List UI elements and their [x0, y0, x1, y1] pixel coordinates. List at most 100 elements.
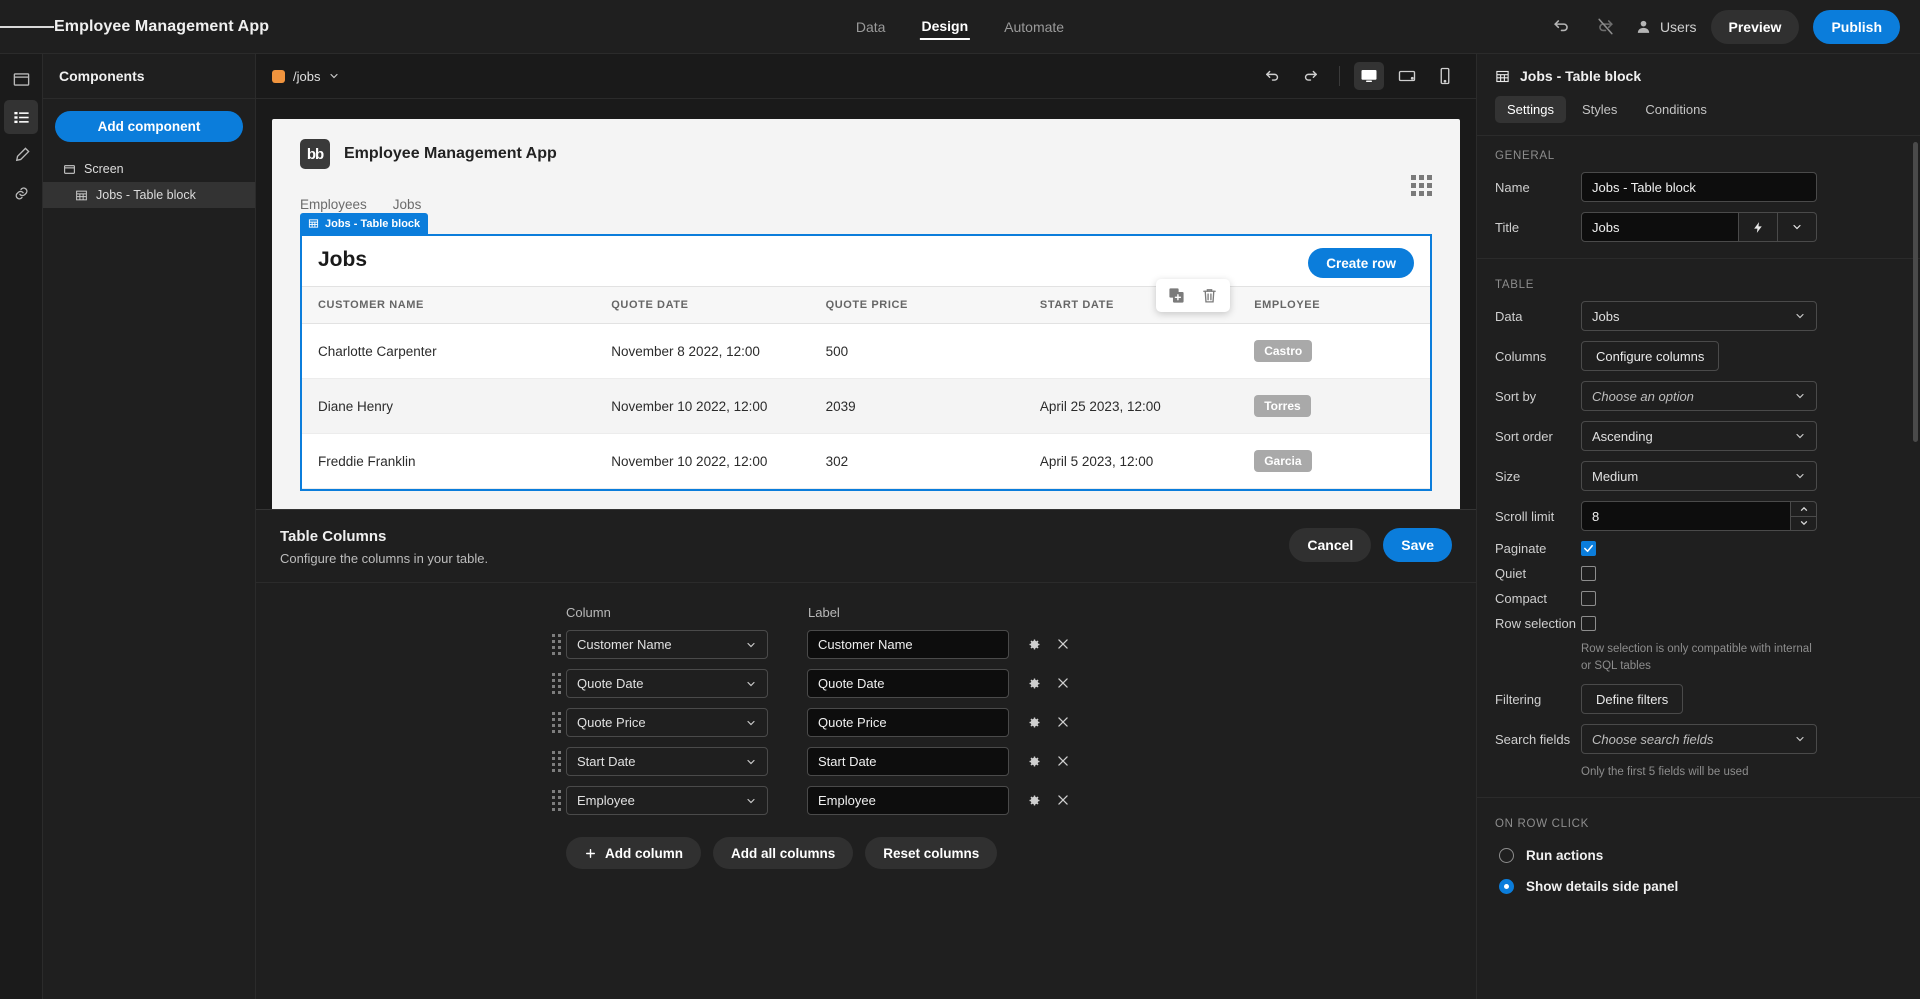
drawer-header: Table Columns Configure the columns in y…: [256, 510, 1476, 583]
column-select[interactable]: Customer Name: [566, 630, 768, 659]
tab-styles[interactable]: Styles: [1570, 96, 1629, 123]
chevron-down-icon[interactable]: [1778, 212, 1817, 242]
paginate-checkbox[interactable]: [1581, 541, 1596, 556]
search-fields-select[interactable]: Choose search fields: [1581, 724, 1817, 755]
desktop-icon[interactable]: [1354, 62, 1384, 90]
compact-checkbox[interactable]: [1581, 591, 1596, 606]
row-selection-checkbox[interactable]: [1581, 616, 1596, 631]
grid-menu-icon[interactable]: [1411, 175, 1432, 196]
table-block-header: Jobs Create row: [302, 236, 1430, 286]
remove-column-icon[interactable]: [1056, 715, 1070, 730]
tree-item-screen[interactable]: Screen: [43, 156, 255, 182]
remove-column-icon[interactable]: [1056, 676, 1070, 691]
gear-icon[interactable]: [1027, 754, 1042, 769]
gear-icon[interactable]: [1027, 637, 1042, 652]
users-button[interactable]: Users: [1635, 18, 1697, 35]
lightning-bolt-icon[interactable]: [1739, 212, 1778, 242]
table-row[interactable]: Diane Henry November 10 2022, 12:00 2039…: [302, 378, 1430, 434]
gear-icon[interactable]: [1027, 793, 1042, 808]
quiet-checkbox[interactable]: [1581, 566, 1596, 581]
gear-icon[interactable]: [1027, 715, 1042, 730]
drag-handle-icon[interactable]: [546, 673, 566, 694]
drag-handle-icon[interactable]: [546, 790, 566, 811]
tab-data[interactable]: Data: [854, 15, 888, 39]
settings-panel-title: Jobs - Table block: [1495, 68, 1902, 84]
publish-button[interactable]: Publish: [1813, 9, 1900, 44]
canvas-redo-icon[interactable]: [1295, 62, 1325, 90]
column-select[interactable]: Quote Price: [566, 708, 768, 737]
size-select[interactable]: Medium: [1581, 461, 1817, 491]
stepper-up-icon[interactable]: [1791, 502, 1816, 517]
add-component-button[interactable]: Add component: [55, 111, 243, 142]
title-input[interactable]: Jobs: [1581, 212, 1739, 242]
preview-nav-jobs[interactable]: Jobs: [393, 197, 422, 212]
column-select[interactable]: Start Date: [566, 747, 768, 776]
tree-item-jobs-table-block[interactable]: Jobs - Table block: [43, 182, 255, 208]
hamburger-menu-icon[interactable]: [0, 23, 54, 30]
configure-columns-button[interactable]: Configure columns: [1581, 341, 1720, 371]
drag-handle-icon[interactable]: [546, 634, 566, 655]
settings-scrollbar[interactable]: [1913, 142, 1918, 442]
rail-item-components[interactable]: [4, 100, 38, 134]
mobile-icon[interactable]: [1430, 62, 1460, 90]
radio-run-actions[interactable]: Run actions: [1477, 840, 1920, 871]
column-label-input[interactable]: Quote Date: [807, 669, 1009, 698]
cancel-button[interactable]: Cancel: [1289, 528, 1372, 562]
route-selector[interactable]: /jobs: [272, 69, 340, 84]
col-header-quote-date[interactable]: QUOTE DATE: [595, 286, 810, 324]
remove-column-icon[interactable]: [1056, 793, 1070, 808]
column-label-input[interactable]: Customer Name: [807, 630, 1009, 659]
sort-order-select[interactable]: Ascending: [1581, 421, 1817, 451]
field-quiet: Quiet: [1477, 566, 1920, 591]
create-row-button[interactable]: Create row: [1308, 248, 1414, 278]
canvas-undo-icon[interactable]: [1257, 62, 1287, 90]
column-select[interactable]: Quote Date: [566, 669, 768, 698]
col-header-quote-price[interactable]: QUOTE PRICE: [809, 286, 1024, 324]
reset-columns-button[interactable]: Reset columns: [865, 837, 998, 869]
remove-column-icon[interactable]: [1056, 754, 1070, 769]
column-label-input[interactable]: Start Date: [807, 747, 1009, 776]
radio-show-details-side-panel[interactable]: Show details side panel: [1477, 871, 1920, 902]
column-label-input[interactable]: Quote Price: [807, 708, 1009, 737]
name-input[interactable]: Jobs - Table block: [1581, 172, 1817, 202]
add-column-button[interactable]: Add column: [566, 837, 701, 869]
rail-item-links[interactable]: [4, 176, 38, 210]
title-combo: Jobs: [1581, 212, 1817, 242]
define-filters-button[interactable]: Define filters: [1581, 684, 1684, 715]
tab-automate[interactable]: Automate: [1002, 15, 1066, 39]
column-label-input[interactable]: Employee: [807, 786, 1009, 815]
field-sort-by: Sort by Choose an option: [1477, 381, 1920, 421]
table-row[interactable]: Charlotte Carpenter November 8 2022, 12:…: [302, 323, 1430, 379]
duplicate-icon[interactable]: [1168, 287, 1185, 304]
rail-item-theme[interactable]: [4, 138, 38, 172]
preview-button[interactable]: Preview: [1710, 9, 1800, 44]
chevron-down-icon: [328, 70, 340, 82]
preview-nav-employees[interactable]: Employees: [300, 197, 367, 212]
data-select[interactable]: Jobs: [1581, 301, 1817, 331]
undo-icon[interactable]: [1547, 12, 1577, 42]
col-header-employee[interactable]: EMPLOYEE: [1238, 286, 1430, 324]
drawer-body: Column Label Customer Name Customer Name: [256, 583, 1476, 999]
col-header-customer-name[interactable]: CUSTOMER NAME: [302, 286, 596, 324]
tab-design[interactable]: Design: [919, 14, 971, 40]
sort-by-select[interactable]: Choose an option: [1581, 381, 1817, 411]
stepper-down-icon[interactable]: [1791, 517, 1816, 531]
delete-trash-icon[interactable]: [1201, 287, 1218, 304]
redo-disabled-icon[interactable]: [1591, 12, 1621, 42]
add-all-columns-button[interactable]: Add all columns: [713, 837, 854, 869]
drag-handle-icon[interactable]: [546, 712, 566, 733]
gear-icon[interactable]: [1027, 676, 1042, 691]
tab-settings[interactable]: Settings: [1495, 96, 1566, 123]
save-button[interactable]: Save: [1383, 528, 1452, 562]
rail-item-screens[interactable]: [4, 62, 38, 96]
tab-conditions[interactable]: Conditions: [1633, 96, 1718, 123]
jobs-table-block[interactable]: Jobs Create row CUSTOMER NAME QUOTE DATE…: [300, 234, 1432, 491]
jobs-table: CUSTOMER NAME QUOTE DATE QUOTE PRICE STA…: [302, 286, 1430, 489]
tablet-icon[interactable]: [1392, 62, 1422, 90]
table-row[interactable]: Freddie Franklin November 10 2022, 12:00…: [302, 433, 1430, 489]
cell-quote-date: November 10 2022, 12:00: [595, 433, 810, 489]
drag-handle-icon[interactable]: [546, 751, 566, 772]
column-select[interactable]: Employee: [566, 786, 768, 815]
scroll-limit-input[interactable]: 8: [1581, 501, 1791, 531]
remove-column-icon[interactable]: [1056, 637, 1070, 652]
